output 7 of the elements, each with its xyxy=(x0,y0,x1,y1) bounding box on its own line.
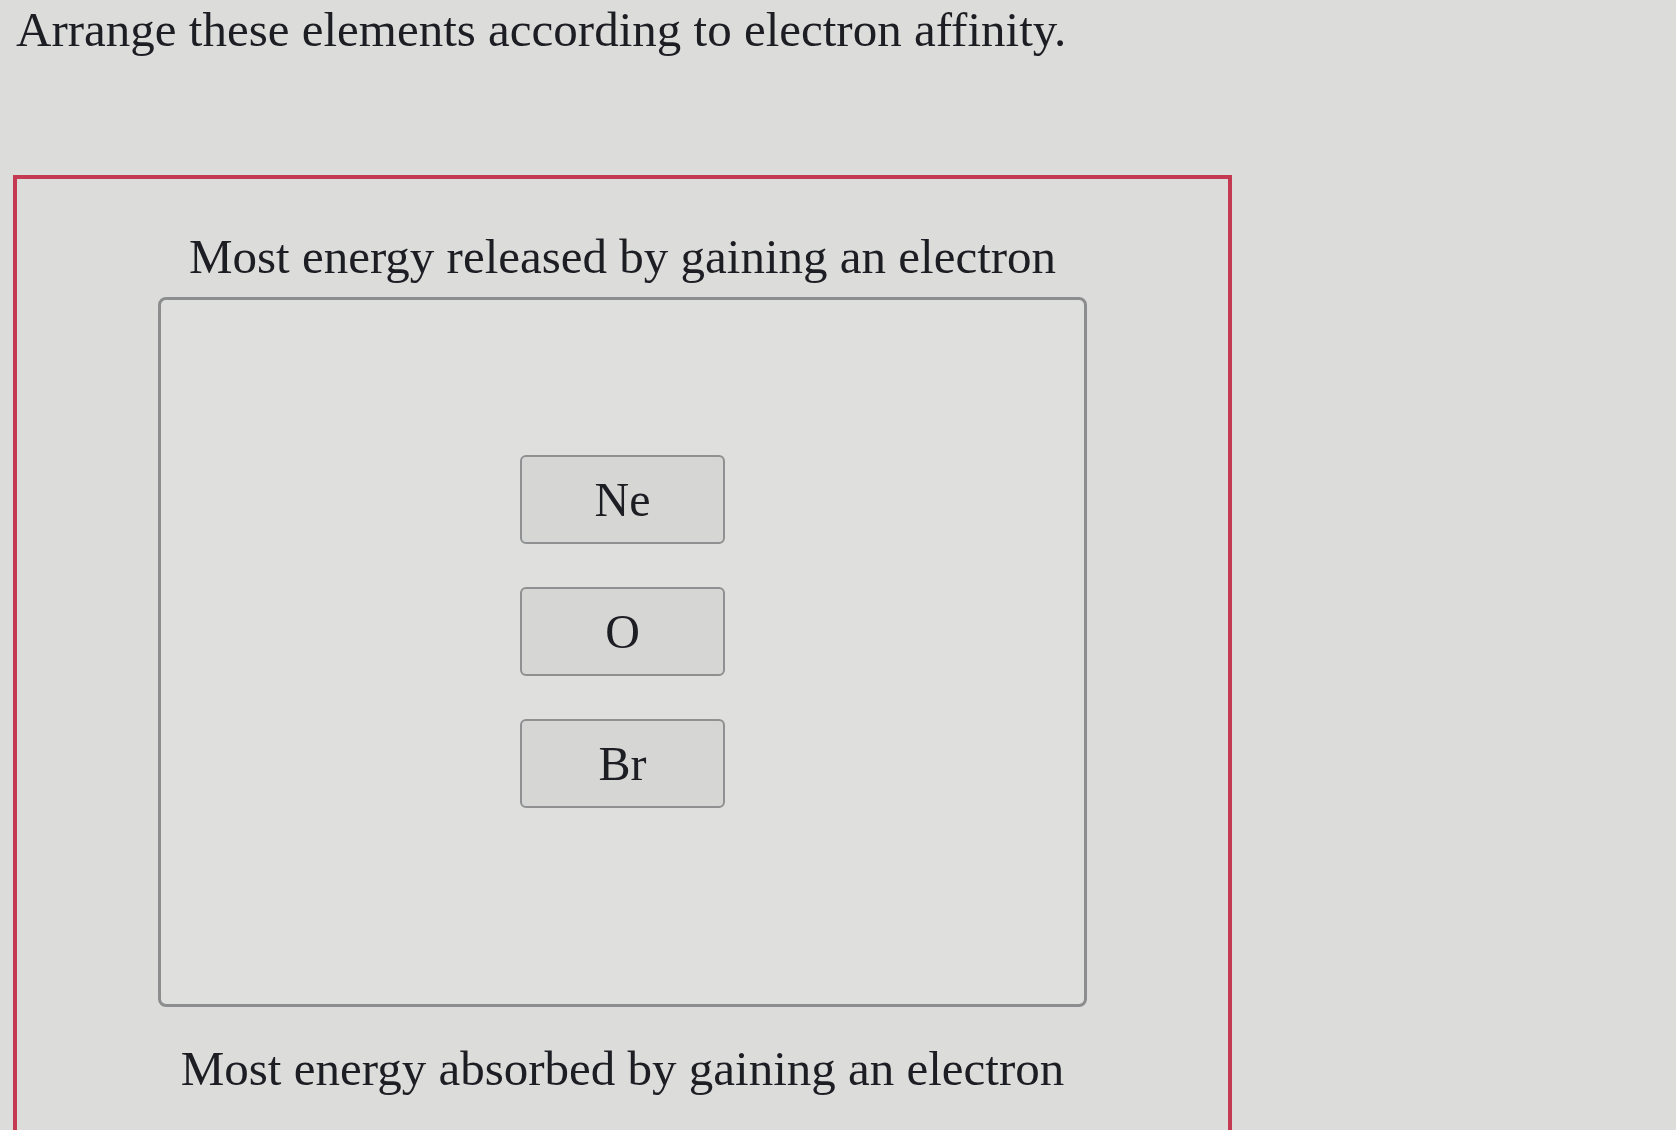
top-label: Most energy released by gaining an electron xyxy=(188,229,1057,285)
element-tile[interactable]: Br xyxy=(520,719,725,808)
drop-zone[interactable]: Ne O Br xyxy=(158,297,1087,1007)
element-tile[interactable]: O xyxy=(520,587,725,676)
element-tile[interactable]: Ne xyxy=(520,455,725,544)
bottom-label: Most energy absorbed by gaining an electron xyxy=(180,1041,1065,1097)
instruction-text: Arrange these elements according to electron affinity. xyxy=(16,2,1067,58)
